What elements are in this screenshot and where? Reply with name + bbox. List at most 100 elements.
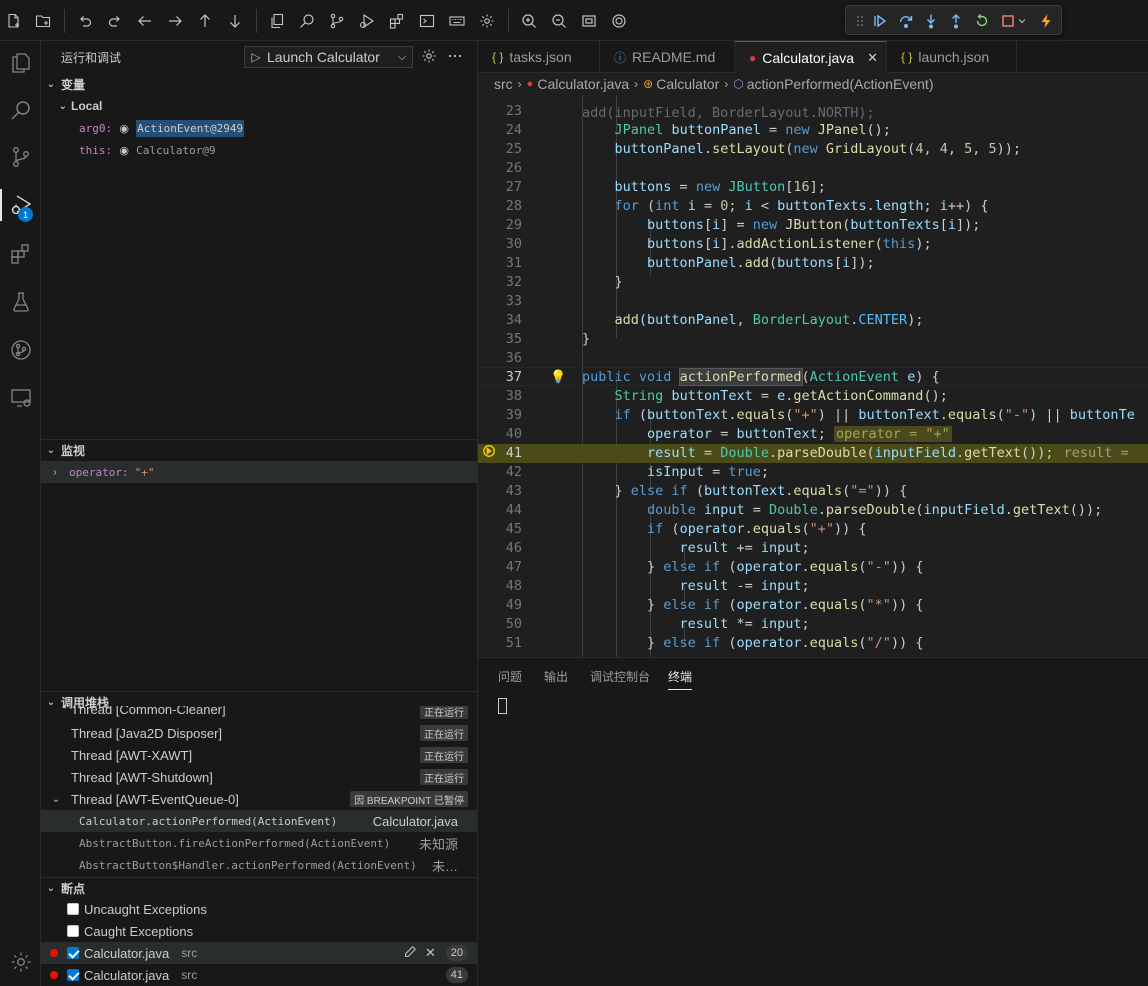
target-icon[interactable]	[608, 10, 630, 32]
watch-section-header[interactable]: ⌄ 监视	[41, 439, 477, 461]
tab-debug-console[interactable]: 调试控制台	[590, 668, 650, 685]
git-graph-icon[interactable]	[0, 330, 41, 370]
stack-frame[interactable]: Calculator.actionPerformed(ActionEvent) …	[41, 810, 477, 832]
breadcrumb-item[interactable]: Calculator	[656, 76, 719, 92]
thread-row-paused[interactable]: ⌄ Thread [AWT-EventQueue-0] 因 BREAKPOINT…	[41, 788, 477, 810]
run-debug-icon[interactable]	[356, 10, 378, 32]
settings-icon[interactable]	[421, 48, 437, 64]
checkbox[interactable]	[67, 947, 79, 959]
variable-row[interactable]: arg0: ◉ ActionEvent@2949	[41, 117, 477, 139]
watch-row[interactable]: › operator: "+"	[41, 461, 477, 483]
explorer-icon[interactable]	[0, 43, 41, 83]
play-icon[interactable]: ▷	[245, 50, 267, 64]
code-editor[interactable]: add(inputField, BorderLayout.NORTH); 23 …	[478, 95, 1148, 657]
stack-frame[interactable]: AbstractButton.fireActionPerformed(Actio…	[41, 832, 477, 854]
source-control-icon[interactable]	[0, 137, 41, 177]
checkbox[interactable]	[67, 925, 79, 937]
step-over-icon[interactable]	[896, 11, 916, 31]
exception-label: Caught Exceptions	[84, 923, 194, 939]
arrow-down-icon[interactable]	[224, 10, 246, 32]
watch-name: operator:	[69, 465, 129, 479]
breadcrumb-item[interactable]: Calculator.java	[537, 76, 629, 92]
terminal-cursor[interactable]	[498, 698, 507, 714]
source-control-icon[interactable]	[326, 10, 348, 32]
tab-readme[interactable]: ⓘ README.md	[600, 41, 735, 73]
inline-value: operator = "+"	[834, 426, 952, 442]
exception-breakpoint[interactable]: Uncaught Exceptions	[41, 898, 477, 920]
search-icon[interactable]	[296, 10, 318, 32]
eye-icon[interactable]: ◉	[116, 144, 132, 157]
chevron-down-icon[interactable]	[1016, 11, 1028, 31]
undo-icon[interactable]	[74, 10, 96, 32]
chevron-right-icon[interactable]: ›	[41, 467, 69, 478]
thread-status: 因 BREAKPOINT 已暂停	[350, 791, 468, 807]
breakpoint-arrow-icon[interactable]	[482, 444, 496, 464]
thread-row[interactable]: Thread [Common-Cleaner] 正在运行	[41, 706, 477, 722]
breadcrumb-item[interactable]: actionPerformed(ActionEvent)	[747, 76, 934, 92]
hot-reload-icon[interactable]	[1036, 11, 1056, 31]
zoom-out-icon[interactable]	[548, 10, 570, 32]
extensions-icon[interactable]	[386, 10, 408, 32]
more-actions-icon[interactable]	[447, 48, 463, 64]
tab-calculator-java[interactable]: ● Calculator.java ✕	[735, 41, 887, 73]
variables-section-header[interactable]: ⌄ 变量	[41, 73, 477, 95]
continue-icon[interactable]	[870, 11, 890, 31]
copy-icon[interactable]	[266, 10, 288, 32]
thread-name: Thread [AWT-XAWT]	[71, 747, 193, 763]
breakpoints-section-header[interactable]: ⌄ 断点	[41, 877, 477, 899]
line-number: 46	[505, 540, 522, 556]
tab-problems[interactable]: 问题	[498, 668, 522, 685]
step-out-icon[interactable]	[946, 11, 966, 31]
chevron-down-icon[interactable]: ⌵	[392, 51, 412, 64]
exception-breakpoint[interactable]: Caught Exceptions	[41, 920, 477, 942]
stop-icon[interactable]	[998, 11, 1018, 31]
zoom-in-icon[interactable]	[518, 10, 540, 32]
search-icon[interactable]	[0, 90, 41, 130]
chevron-right-icon: ›	[517, 77, 522, 91]
new-file-icon[interactable]	[3, 10, 25, 32]
stack-frame[interactable]: AbstractButton$Handler.actionPerformed(A…	[41, 854, 477, 876]
run-debug-icon[interactable]: 1	[0, 185, 41, 225]
checkbox[interactable]	[67, 969, 79, 981]
new-folder-icon[interactable]	[32, 10, 54, 32]
code-line: 24 JPanel buttonPanel = new JPanel();	[478, 121, 1148, 140]
tab-tasks-json[interactable]: { } tasks.json	[478, 41, 600, 73]
chevron-down-icon: ⌄	[58, 100, 67, 112]
testing-icon[interactable]	[0, 282, 41, 322]
breadcrumb-item[interactable]: src	[494, 76, 513, 92]
code-line: 29 buttons[i] = new JButton(buttonTexts[…	[478, 216, 1148, 235]
terminal-icon[interactable]	[416, 10, 438, 32]
edit-icon[interactable]	[403, 945, 417, 962]
thread-row[interactable]: Thread [Java2D Disposer] 正在运行	[41, 722, 477, 744]
tab-launch-json[interactable]: { } launch.json	[887, 41, 1017, 73]
arrow-up-icon[interactable]	[194, 10, 216, 32]
redo-icon[interactable]	[104, 10, 126, 32]
extensions-icon[interactable]	[0, 234, 41, 274]
variable-row[interactable]: this: ◉ Calculator@9	[41, 139, 477, 161]
remove-icon[interactable]: ✕	[425, 945, 436, 961]
breakpoint-row[interactable]: Calculator.java src 41	[41, 964, 477, 986]
thread-row[interactable]: Thread [AWT-Shutdown] 正在运行	[41, 766, 477, 788]
remote-explorer-icon[interactable]	[0, 378, 41, 418]
checkbox[interactable]	[67, 903, 79, 915]
fit-screen-icon[interactable]	[578, 10, 600, 32]
restart-icon[interactable]	[972, 11, 992, 31]
step-into-icon[interactable]	[921, 11, 941, 31]
arrow-left-icon[interactable]	[134, 10, 156, 32]
tab-terminal[interactable]: 终端	[668, 668, 693, 690]
launch-config-select[interactable]: ▷ Launch Calculator ⌵	[244, 46, 413, 68]
lightbulb-icon[interactable]: 💡	[550, 368, 566, 387]
drag-handle-icon[interactable]	[850, 11, 870, 31]
frame-source: Calculator.java	[372, 813, 458, 829]
scope-local[interactable]: ⌄ Local	[41, 95, 477, 117]
tab-output[interactable]: 输出	[544, 668, 568, 685]
keyboard-icon[interactable]	[446, 10, 468, 32]
close-icon[interactable]: ✕	[867, 50, 878, 66]
breakpoint-line: 20	[445, 945, 468, 961]
thread-row[interactable]: Thread [AWT-XAWT] 正在运行	[41, 744, 477, 766]
eye-icon[interactable]: ◉	[116, 122, 132, 135]
settings-icon[interactable]	[476, 10, 498, 32]
manage-gear-icon[interactable]	[0, 942, 41, 982]
arrow-right-icon[interactable]	[164, 10, 186, 32]
breakpoint-row[interactable]: Calculator.java src ✕ 20	[41, 942, 477, 964]
